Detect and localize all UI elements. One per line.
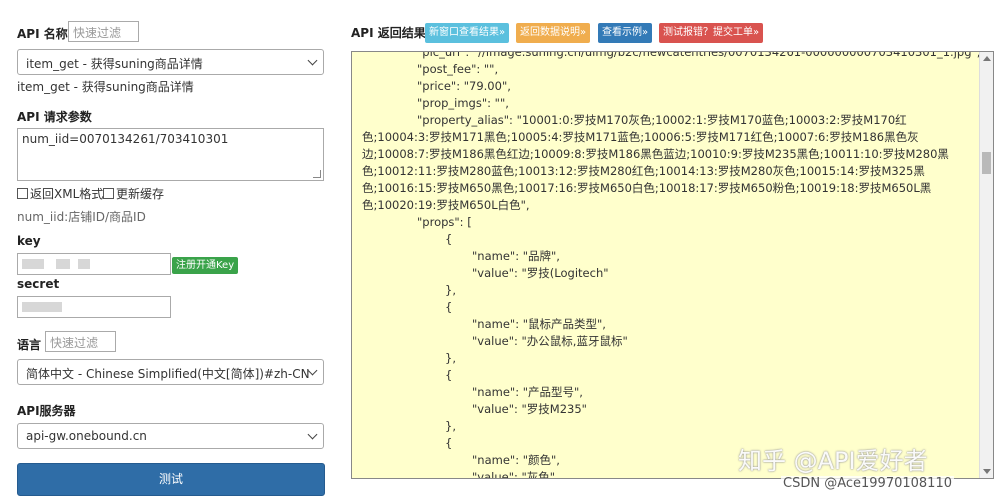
request-params-value: num_iid=0070134261/703410301 [22, 132, 229, 146]
scrollbar-thumb[interactable] [982, 152, 991, 174]
response-line: "value": "罗技M235" [472, 402, 587, 416]
response-label: API 返回结果 [351, 26, 426, 40]
scrollbar[interactable] [979, 52, 993, 478]
csdn-watermark: CSDN @Ace19970108110 [781, 476, 954, 491]
response-line: "name": "品牌", [472, 249, 560, 263]
request-params-textarea[interactable]: num_iid=0070134261/703410301 [17, 128, 324, 181]
server-label: API服务器 [17, 404, 76, 418]
response-line: "name": "产品型号", [472, 385, 583, 399]
return-xml-label: 返回XML格式 [30, 187, 104, 201]
scroll-down-icon[interactable] [983, 469, 991, 474]
register-key-button[interactable]: 注册开通Key [172, 257, 239, 274]
checkbox-icon[interactable] [103, 188, 114, 199]
request-params-label: API 请求参数 [17, 110, 92, 124]
report-error-button[interactable]: 测试报错？提交工单» [659, 23, 764, 43]
response-line: }, [445, 419, 456, 433]
response-line: { [445, 368, 453, 382]
response-line: "props": [ [417, 215, 472, 229]
masked-value [78, 259, 90, 269]
response-line: }, [445, 351, 456, 365]
api-filter-input[interactable]: 快速过滤 [68, 21, 139, 42]
response-line: "price": "79.00", [417, 79, 511, 93]
language-select[interactable]: 简体中文 - Chinese Simplified(中文[简体])#zh-CN [17, 359, 324, 385]
masked-value [22, 302, 62, 312]
view-example-button[interactable]: 查看示例» [598, 23, 653, 43]
test-button[interactable]: 测试 [17, 463, 325, 496]
server-select-value: api-gw.onebound.cn [26, 429, 147, 443]
key-label: key [17, 234, 41, 248]
zhihu-watermark: 知乎 @API爱好者 [738, 447, 928, 475]
params-hint: num_iid:店铺ID/商品ID [17, 210, 146, 224]
scroll-up-icon[interactable] [983, 56, 991, 61]
api-description: item_get - 获得suning商品详情 [17, 80, 194, 94]
response-json: "pic_url": "//image.suning.cn/uimg/b2c/n… [362, 51, 981, 478]
open-new-window-button[interactable]: 新窗口查看结果» [425, 23, 510, 43]
response-line: "post_fee": "", [417, 62, 499, 76]
response-line: "prop_imgs": "", [417, 96, 509, 110]
response-line: "value": "办公鼠标,蓝牙鼠标" [472, 334, 628, 348]
response-line: "value": "罗技(Logitech" [472, 266, 609, 280]
api-name-label: API 名称 [17, 27, 68, 41]
language-select-value: 简体中文 - Chinese Simplified(中文[简体])#zh-CN [26, 367, 310, 381]
response-line: { [445, 232, 453, 246]
masked-value [56, 259, 70, 269]
return-xml-checkbox[interactable]: 返回XML格式 [17, 185, 103, 202]
response-line: "property_alias": "10001:0:罗技M170灰色;1000… [362, 113, 949, 212]
response-line: "pic_url": "//image.suning.cn/uimg/b2c/n… [417, 51, 981, 59]
api-select[interactable]: item_get - 获得suning商品详情 [17, 49, 324, 75]
response-line: }, [445, 283, 456, 297]
secret-input[interactable] [17, 296, 171, 318]
update-cache-checkbox[interactable]: 更新缓存 [103, 185, 164, 202]
chevron-down-icon [307, 429, 318, 440]
api-select-value: item_get - 获得suning商品详情 [26, 57, 203, 71]
response-panel[interactable]: "pic_url": "//image.suning.cn/uimg/b2c/n… [351, 51, 994, 479]
chevron-down-icon [307, 55, 318, 66]
key-input[interactable] [17, 253, 171, 275]
checkbox-icon[interactable] [17, 188, 28, 199]
language-filter-input[interactable]: 快速过滤 [45, 331, 116, 352]
secret-label: secret [17, 277, 60, 291]
update-cache-label: 更新缓存 [116, 187, 165, 201]
server-select[interactable]: api-gw.onebound.cn [17, 423, 324, 449]
response-line: { [445, 300, 453, 314]
masked-value [22, 259, 44, 269]
data-description-button[interactable]: 返回数据说明» [516, 23, 591, 43]
language-label: 语言 [17, 338, 42, 352]
response-line: "name": "鼠标产品类型", [472, 317, 606, 331]
resize-grip-icon[interactable] [313, 170, 321, 178]
